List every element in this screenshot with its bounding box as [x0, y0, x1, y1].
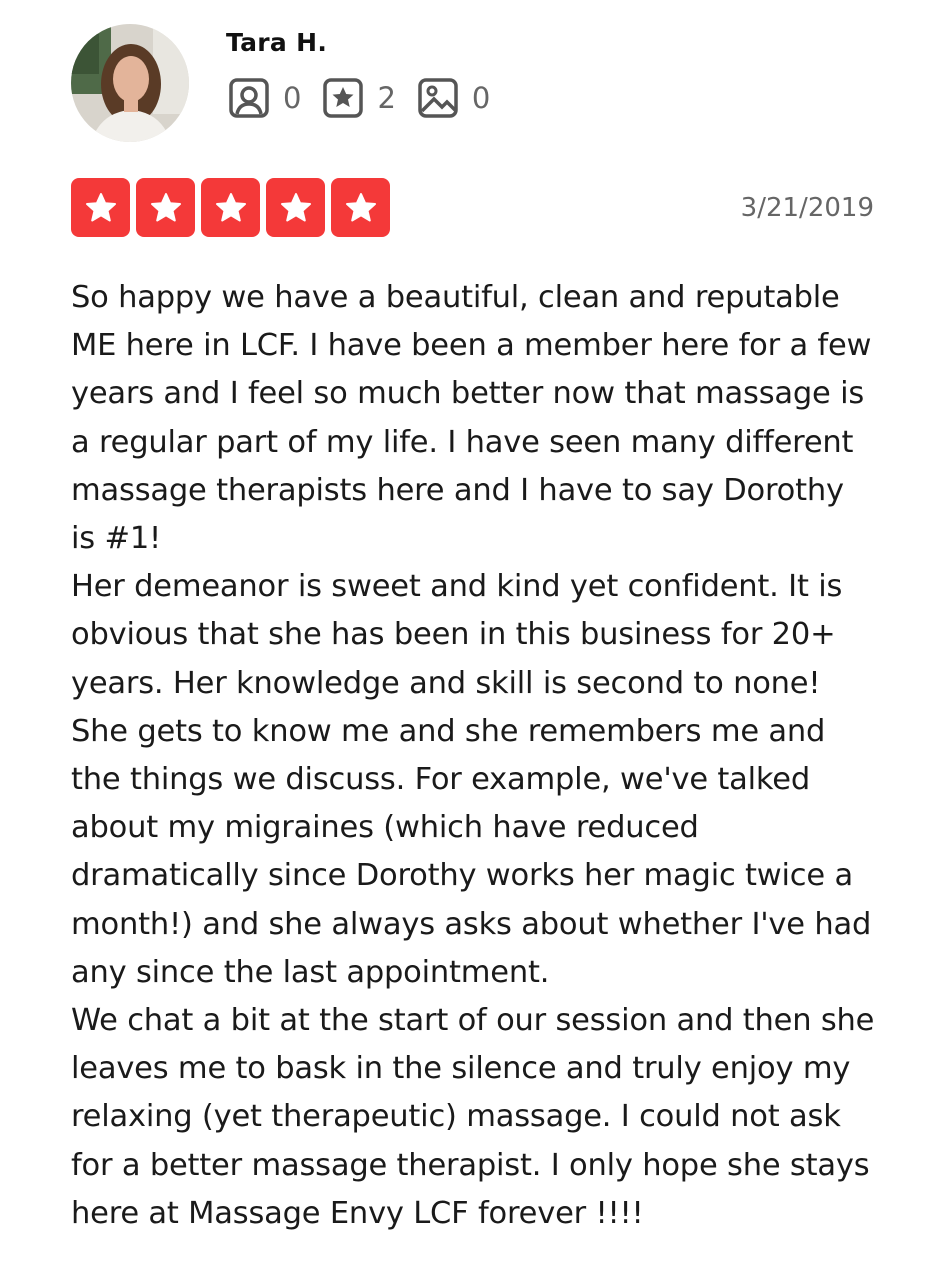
- star-rating: [71, 178, 396, 237]
- star-icon: [280, 192, 311, 221]
- avatar-photo: [71, 24, 189, 142]
- star-1: [71, 178, 130, 237]
- star-2: [136, 178, 195, 237]
- reviews-count: 2: [377, 81, 396, 115]
- review-paragraph: Her demeanor is sweet and kind yet confi…: [71, 569, 872, 990]
- star-icon: [215, 192, 246, 221]
- avatar[interactable]: [71, 24, 189, 142]
- photos-stat: 0: [418, 78, 490, 118]
- photos-icon: [418, 78, 458, 118]
- star-icon: [85, 192, 116, 221]
- star-3: [201, 178, 260, 237]
- star-4: [266, 178, 325, 237]
- star-icon: [345, 192, 376, 221]
- friends-icon: [229, 78, 269, 118]
- friends-count: 0: [283, 81, 302, 115]
- reviews-stat: 2: [323, 78, 396, 118]
- review-date: 3/21/2019: [740, 193, 874, 223]
- review-paragraph: We chat a bit at the start of our sessio…: [71, 1003, 875, 1231]
- review-paragraph: So happy we have a beautiful, clean and …: [71, 280, 872, 557]
- review-text: So happy we have a beautiful, clean and …: [71, 274, 876, 1238]
- star-5: [331, 178, 390, 237]
- user-name[interactable]: Tara H.: [226, 28, 327, 57]
- user-stats: 0 2 0: [229, 78, 512, 118]
- star-icon: [150, 192, 181, 221]
- friends-stat: 0: [229, 78, 301, 118]
- photos-count: 0: [471, 81, 491, 115]
- review-star-icon: [323, 78, 364, 118]
